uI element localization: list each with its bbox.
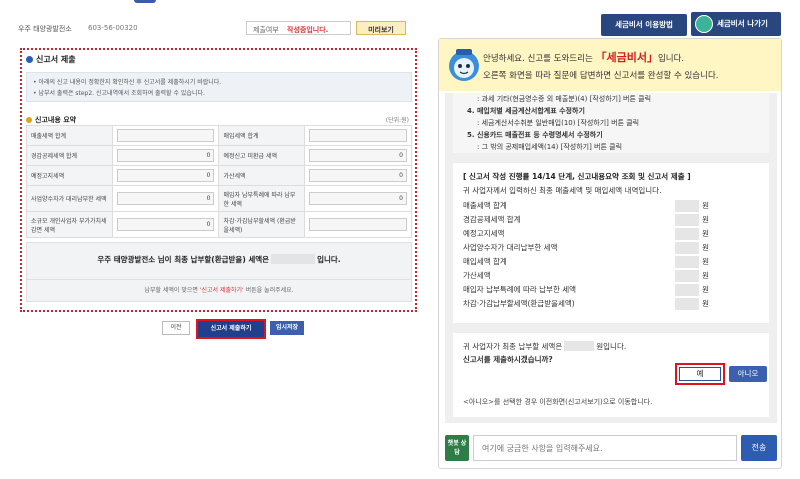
masked-amount — [564, 341, 595, 351]
value-field: 0 — [309, 192, 407, 205]
chat-bubble-confirm: 귀 사업자가 최종 납부할 세액은 원입니다. 신고서를 제출하시겠습니까? 예 … — [453, 333, 769, 417]
exit-assistant-button[interactable]: 세금비서 나가기 — [691, 12, 781, 36]
submit-return-button[interactable]: 신고서 제출하기 — [198, 321, 264, 337]
section-title: 신고서 제출 — [26, 54, 76, 65]
list-item: 경감공제세액 합계 원 — [463, 214, 709, 226]
value-field: 0 — [116, 169, 215, 182]
bullet-icon — [26, 117, 32, 123]
final-tax-box: 우주 태양광발전소 님이 최종 납부할(환급받을) 세액은 입니다. 납부할 세액… — [26, 242, 412, 302]
list-item: 매입자 납부특례에 따라 납부한 세액 원 — [463, 284, 709, 296]
masked-amount — [675, 228, 699, 240]
value-field: 0 — [309, 169, 407, 182]
row-label: 소규모 개인사업자 부가가치세 감면 세액 — [26, 211, 113, 238]
chat-messages[interactable]: : 과세 기타(현금영수증 외 매출분)(4) [작성하기] 버튼 클릭 4. … — [445, 93, 777, 423]
submission-status: 제출여부 작성중입니다. — [246, 21, 351, 35]
row-label: 사업양수자가 대리납부한 세액 — [26, 185, 113, 212]
greeting-line: 오른쪽 화면을 따라 질문에 답변하면 신고서를 완성할 수 있습니다. — [483, 71, 719, 81]
assistant-panel: 안녕하세요. 신고를 도와드리는 「세금비서」입니다. 오른쪽 화면을 따라 질… — [438, 38, 782, 469]
chat-input[interactable] — [473, 435, 737, 461]
assistant-icon — [695, 15, 713, 33]
value-field — [309, 218, 407, 231]
summary-title: 신고내용 요약 — [26, 115, 76, 125]
value-field: 0 — [116, 149, 215, 162]
summary-intro: 귀 사업자께서 입력하신 최종 매출세액 및 매입세액 내역입니다. — [463, 186, 662, 195]
value-field: 0 — [309, 149, 407, 162]
greeting-line: 안녕하세요. 신고를 도와드리는 「세금비서」입니다. — [483, 51, 685, 64]
row-label: 매출세액 합계 — [26, 125, 113, 146]
guide-button[interactable]: 세금비서 이용방법 — [601, 14, 687, 36]
chatbot-consult-icon[interactable]: 챗봇 상담 — [445, 435, 469, 461]
chat-input-row: 챗봇 상담 전송 — [445, 435, 777, 463]
yes-button[interactable]: 예 — [679, 367, 721, 381]
masked-amount — [675, 242, 699, 254]
masked-amount — [675, 284, 699, 296]
table-row: 매출세액 합계 매입세액 합계 — [26, 125, 412, 146]
company-bar: 우주 태양광발전소 603-56-00320 제출여부 작성중입니다. 미리보기 — [18, 21, 418, 37]
active-tab-indicator — [134, 0, 156, 3]
value-field — [116, 129, 215, 142]
greeting-banner: 안녕하세요. 신고를 도와드리는 「세금비서」입니다. 오른쪽 화면을 따라 질… — [439, 39, 781, 91]
company-name: 우주 태양광발전소 — [18, 25, 72, 33]
submit-hint: 납부할 세액이 맞으면 '신고서 제출하기' 버튼을 눌러주세요. — [144, 287, 294, 294]
temp-save-button[interactable]: 임시저장 — [270, 321, 304, 335]
status-value: 작성중입니다. — [287, 26, 329, 34]
list-item: 매입세액 합계 원 — [463, 256, 709, 268]
yes-highlight: 예 — [675, 363, 725, 385]
divider — [27, 279, 411, 280]
table-row: 사업양수자가 대리납부한 세액 0 매입자 납부특례에 따라 납부한 세액 0 — [26, 185, 412, 212]
list-item: 매출세액 합계 원 — [463, 200, 709, 212]
value-field — [309, 129, 407, 142]
send-button[interactable]: 전송 — [741, 435, 777, 461]
progress-title: [ 신고서 작성 진행률 14/14 단계, 신고내용요약 조회 및 신고서 제… — [463, 172, 691, 181]
business-number: 603-56-00320 — [88, 24, 138, 32]
notice-line: • 납부서 출력은 step2. 신고내역에서 조회하여 출력할 수 있습니다. — [33, 90, 205, 97]
no-hint: <아니오>를 선택한 경우 이전화면(신고서보기)으로 이동합니다. — [463, 398, 653, 406]
return-form-panel: 우주 태양광발전소 603-56-00320 제출여부 작성중입니다. 미리보기… — [12, 14, 432, 479]
notice-box: • 아래의 신고 내용이 정확한지 확인하신 후 신고서를 제출하시기 바랍니다… — [26, 72, 412, 102]
row-label: 예정신고 미환급 세액 — [218, 145, 306, 166]
masked-amount — [271, 254, 316, 264]
value-field: 0 — [116, 192, 215, 205]
chat-bubble-summary: [ 신고서 작성 진행률 14/14 단계, 신고내용요약 조회 및 신고서 제… — [453, 163, 769, 323]
notice-line: • 아래의 신고 내용이 정확한지 확인하신 후 신고서를 제출하시기 바랍니다… — [33, 79, 222, 86]
list-item: 차감·가감납부할세액(환급받을세액) 원 — [463, 298, 709, 310]
chat-bubble: : 과세 기타(현금영수증 외 매출분)(4) [작성하기] 버튼 클릭 4. … — [453, 93, 769, 153]
row-label: 차감·가감납부할세액 (환급받을세액) — [218, 211, 306, 238]
summary-table: 매출세액 합계 매입세액 합계 경감공제세액 합계 0 예정신고 미환급 세액 … — [26, 125, 412, 238]
final-tax-line: 우주 태양광발전소 님이 최종 납부할(환급받을) 세액은 입니다. — [97, 254, 341, 264]
bullet-icon — [26, 56, 33, 63]
masked-amount — [675, 200, 699, 212]
row-label: 경감공제세액 합계 — [26, 145, 113, 166]
prev-button[interactable]: 이전 — [162, 321, 190, 335]
preview-button[interactable]: 미리보기 — [356, 21, 406, 35]
row-label: 예정고지세액 — [26, 165, 113, 186]
submission-section: 신고서 제출 • 아래의 신고 내용이 정확한지 확인하신 후 신고서를 제출하… — [20, 48, 417, 312]
masked-amount — [675, 270, 699, 282]
list-item: 사업양수자가 대리납부한 세액 원 — [463, 242, 709, 254]
final-amount-question: 귀 사업자가 최종 납부할 세액은 원입니다. — [463, 341, 627, 351]
no-button[interactable]: 아니오 — [729, 366, 767, 382]
list-item: 예정고지세액 원 — [463, 228, 709, 240]
status-label: 제출여부 — [253, 26, 279, 34]
unit-label: (단위:원) — [385, 117, 409, 124]
table-row: 경감공제세액 합계 0 예정신고 미환급 세액 0 — [26, 145, 412, 166]
masked-amount — [675, 298, 699, 310]
table-row: 예정고지세액 0 가산세액 0 — [26, 165, 412, 186]
table-row: 소규모 개인사업자 부가가치세 감면 세액 0 차감·가감납부할세액 (환급받을… — [26, 211, 412, 238]
row-label: 가산세액 — [218, 165, 306, 186]
value-field: 0 — [116, 218, 215, 231]
row-label: 매입자 납부특례에 따라 납부한 세액 — [218, 185, 306, 212]
submit-highlight: 신고서 제출하기 — [196, 319, 266, 339]
masked-amount — [675, 214, 699, 226]
row-label: 매입세액 합계 — [218, 125, 306, 146]
mascot-icon — [449, 49, 479, 81]
masked-amount — [675, 256, 699, 268]
list-item: 가산세액 원 — [463, 270, 709, 282]
